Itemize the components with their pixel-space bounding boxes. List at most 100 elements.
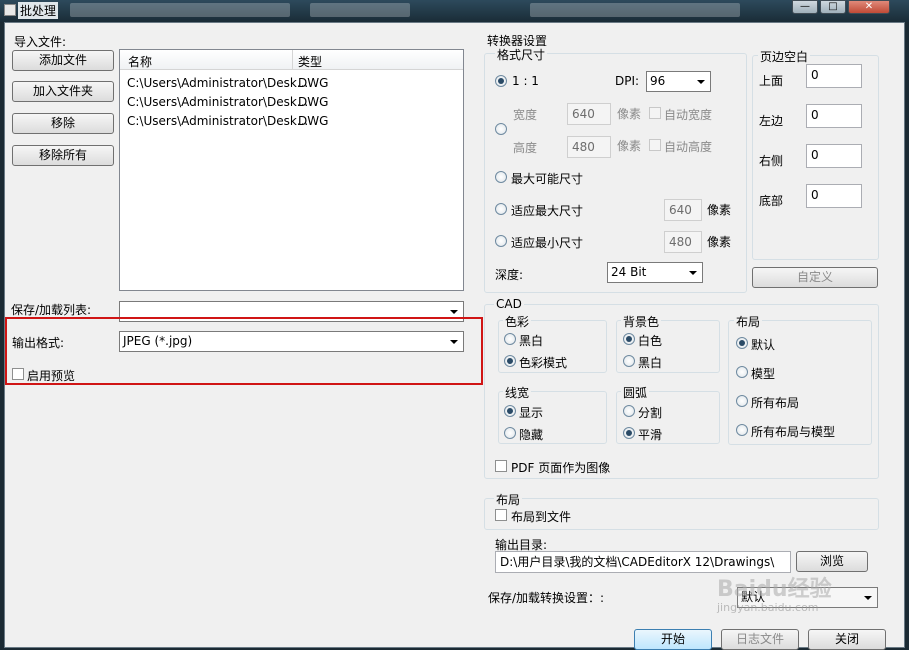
close-window-button[interactable]: ✕ bbox=[848, 0, 890, 14]
output-format-label: 输出格式: bbox=[12, 336, 65, 350]
file-type: DWG bbox=[298, 95, 329, 109]
max-possible-size-label: 最大可能尺寸 bbox=[511, 172, 584, 186]
arc-title: 圆弧 bbox=[621, 384, 650, 401]
bg-bw-label: 黑白 bbox=[638, 356, 663, 370]
blurred-taskbar-strip bbox=[70, 3, 290, 17]
chevron-down-icon bbox=[450, 340, 458, 344]
column-divider[interactable] bbox=[292, 50, 293, 70]
bg-white-label: 白色 bbox=[638, 334, 663, 348]
dpi-dropdown[interactable]: 96 bbox=[646, 71, 711, 92]
browse-button[interactable]: 浏览 bbox=[796, 551, 868, 572]
blurred-taskbar-strip-3 bbox=[530, 3, 740, 17]
output-format-dropdown[interactable]: JPEG (*.jpg) bbox=[119, 331, 464, 352]
list-item[interactable]: C:\Users\Administrator\Desk... DWG bbox=[120, 74, 463, 93]
margin-bottom-input[interactable]: 0 bbox=[806, 184, 862, 208]
fit-min-size-input[interactable]: 480 bbox=[664, 231, 702, 253]
bg-bw-radio[interactable] bbox=[623, 355, 635, 367]
margin-right-input[interactable]: 0 bbox=[806, 144, 862, 168]
file-list[interactable]: 名称 类型 C:\Users\Administrator\Desk... DWG… bbox=[119, 49, 464, 291]
layout-all-radio[interactable] bbox=[736, 395, 748, 407]
height-input[interactable]: 480 bbox=[567, 136, 611, 158]
blurred-taskbar-strip-2 bbox=[310, 3, 410, 17]
background-title: 背景色 bbox=[621, 313, 662, 330]
height-label: 高度 bbox=[513, 141, 538, 155]
margin-top-input[interactable]: 0 bbox=[806, 64, 862, 88]
chevron-down-icon bbox=[697, 80, 705, 84]
lineweight-title: 线宽 bbox=[503, 384, 532, 401]
file-name: C:\Users\Administrator\Desk... bbox=[127, 76, 309, 90]
margin-left-input[interactable]: 0 bbox=[806, 104, 862, 128]
add-file-button[interactable]: 添加文件 bbox=[12, 50, 114, 71]
dpi-label: DPI: bbox=[615, 74, 640, 88]
color-bw-radio[interactable] bbox=[504, 333, 516, 345]
layout-all-label: 所有布局 bbox=[751, 396, 800, 410]
lineweight-hide-radio[interactable] bbox=[504, 427, 516, 439]
chevron-down-icon bbox=[450, 310, 458, 314]
color-bw-label: 黑白 bbox=[519, 334, 544, 348]
color-mode-label: 色彩模式 bbox=[519, 356, 568, 370]
add-folder-button[interactable]: 加入文件夹 bbox=[12, 81, 114, 102]
arc-smooth-radio[interactable] bbox=[623, 427, 635, 439]
enable-preview-checkbox[interactable] bbox=[12, 368, 24, 380]
file-type: DWG bbox=[298, 114, 329, 128]
layout-model-radio[interactable] bbox=[736, 366, 748, 378]
list-item[interactable]: C:\Users\Administrator\Desk... DWG bbox=[120, 93, 463, 112]
fit-max-size-radio[interactable] bbox=[495, 203, 507, 215]
auto-width-label: 自动宽度 bbox=[664, 108, 713, 122]
column-header-type[interactable]: 类型 bbox=[298, 53, 322, 70]
chevron-down-icon bbox=[689, 271, 697, 275]
format-size-title: 格式尺寸 bbox=[495, 46, 548, 63]
close-button[interactable]: 关闭 bbox=[808, 629, 886, 650]
start-button[interactable]: 开始 bbox=[634, 629, 712, 650]
fit-min-size-label: 适应最小尺寸 bbox=[511, 236, 584, 250]
remove-button[interactable]: 移除 bbox=[12, 113, 114, 134]
app-icon bbox=[4, 4, 16, 16]
minimize-button[interactable]: — bbox=[792, 0, 818, 14]
fit-min-size-radio[interactable] bbox=[495, 235, 507, 247]
maximize-button[interactable]: □ bbox=[820, 0, 846, 14]
layout-title: 布局 bbox=[734, 313, 763, 330]
remove-all-button[interactable]: 移除所有 bbox=[12, 145, 114, 166]
arc-split-radio[interactable] bbox=[623, 405, 635, 417]
layout-default-radio[interactable] bbox=[736, 337, 748, 349]
file-type: DWG bbox=[298, 76, 329, 90]
height-pixel-label: 像素 bbox=[617, 139, 642, 153]
layout-default-label: 默认 bbox=[751, 338, 776, 352]
dialog-body: 导入文件: 添加文件 加入文件夹 移除 移除所有 名称 类型 C:\Users\… bbox=[4, 22, 905, 650]
output-dir-input[interactable]: D:\用户目录\我的文档\CADEditorX 12\Drawings\ bbox=[495, 551, 791, 573]
color-mode-radio[interactable] bbox=[504, 355, 516, 367]
margin-right-label: 右侧 bbox=[759, 154, 784, 168]
margin-bottom-label: 底部 bbox=[759, 194, 784, 208]
depth-dropdown[interactable]: 24 Bit bbox=[607, 262, 703, 283]
fit-max-pixel-label: 像素 bbox=[707, 203, 732, 217]
fit-min-pixel-label: 像素 bbox=[707, 235, 732, 249]
output-format-value: JPEG (*.jpg) bbox=[123, 334, 193, 348]
layout-all-model-label: 所有布局与模型 bbox=[751, 425, 836, 439]
custom-size-radio[interactable] bbox=[495, 123, 507, 135]
max-possible-size-radio[interactable] bbox=[495, 171, 507, 183]
log-file-button[interactable]: 日志文件 bbox=[721, 629, 799, 650]
title-bar: 批处理 — □ ✕ bbox=[0, 0, 909, 22]
custom-margins-button[interactable]: 自定义 bbox=[752, 267, 878, 288]
list-item[interactable]: C:\Users\Administrator\Desk... DWG bbox=[120, 112, 463, 131]
ratio-1-1-radio[interactable] bbox=[495, 75, 507, 87]
width-input[interactable]: 640 bbox=[567, 103, 611, 125]
dpi-value: 96 bbox=[650, 74, 666, 88]
bg-white-radio[interactable] bbox=[623, 333, 635, 345]
layout-to-file-checkbox[interactable] bbox=[495, 509, 507, 521]
fit-max-size-input[interactable]: 640 bbox=[664, 199, 702, 221]
auto-width-checkbox[interactable] bbox=[649, 107, 661, 119]
width-label: 宽度 bbox=[513, 108, 538, 122]
auto-height-checkbox[interactable] bbox=[649, 139, 661, 151]
watermark-url: jingyan.baidu.com bbox=[717, 601, 819, 614]
layout-group-title: 布局 bbox=[494, 491, 523, 508]
pdf-as-image-checkbox[interactable] bbox=[495, 460, 507, 472]
lineweight-show-radio[interactable] bbox=[504, 405, 516, 417]
layout-model-label: 模型 bbox=[751, 367, 776, 381]
margin-left-label: 左边 bbox=[759, 114, 784, 128]
color-title: 色彩 bbox=[503, 313, 532, 330]
file-name: C:\Users\Administrator\Desk... bbox=[127, 114, 309, 128]
width-pixel-label: 像素 bbox=[617, 107, 642, 121]
column-header-name[interactable]: 名称 bbox=[128, 53, 152, 70]
layout-all-model-radio[interactable] bbox=[736, 424, 748, 436]
